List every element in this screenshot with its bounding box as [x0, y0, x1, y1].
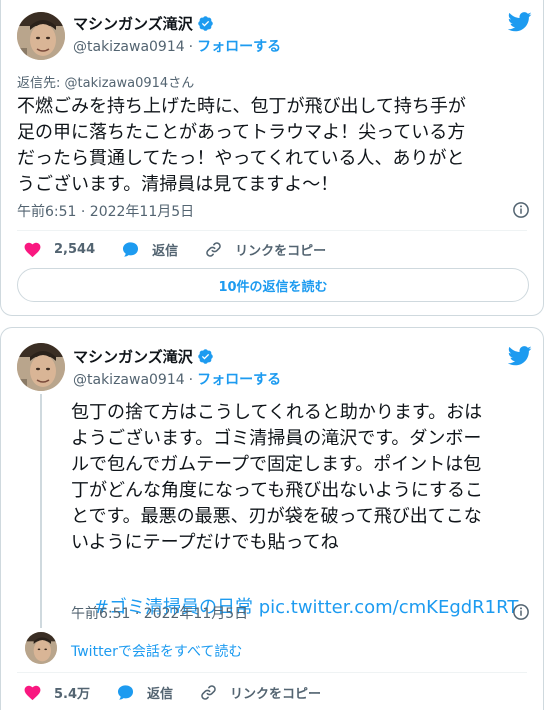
twitter-bird-icon[interactable]	[508, 346, 532, 366]
handle-separator: ·	[188, 39, 194, 55]
tweet-text: 不燃ごみを持ち上げた時に、包丁が飛び出して持ち手が 足の甲に落ちたことがあってト…	[17, 96, 466, 195]
author-name[interactable]: マシンガンズ滝沢	[73, 346, 193, 367]
avatar-small[interactable]	[25, 632, 57, 664]
link-icon	[206, 242, 221, 257]
reply-to-handle[interactable]: @takizawa0914さん	[65, 76, 195, 91]
author-handle[interactable]: @takizawa0914	[73, 372, 185, 388]
copy-link-label: リンクをコピー	[235, 244, 327, 259]
author-handle[interactable]: @takizawa0914	[73, 39, 185, 55]
heart-icon	[24, 242, 41, 258]
avatar[interactable]	[17, 12, 65, 60]
reply-button[interactable]: 返信	[116, 683, 173, 702]
handle-separator: ·	[188, 372, 194, 388]
tweet-card-original: マシンガンズ滝沢 @takizawa0914 · フォローする 包丁の捨て方はこうし…	[0, 327, 544, 710]
read-conversation-link[interactable]: Twitterで会話をすべて読む	[71, 641, 242, 661]
follow-button[interactable]: フォローする	[197, 372, 281, 388]
thread-line	[40, 394, 42, 628]
follow-button[interactable]: フォローする	[197, 39, 281, 55]
like-count: 2,544	[54, 242, 96, 257]
tweet-card-reply: マシンガンズ滝沢 @takizawa0914 · フォローする 返信先: @taki…	[0, 0, 544, 316]
action-bar: 5.4万 返信 リンクをコピー	[23, 683, 347, 702]
heart-icon	[24, 685, 41, 701]
author-name[interactable]: マシンガンズ滝沢	[73, 13, 193, 34]
reply-to-prefix: 返信先:	[17, 76, 65, 91]
reply-bubble-icon	[123, 242, 139, 257]
tweet-text: 包丁の捨て方はこうしてくれると助かります。おは ようございます。ゴミ清掃員の滝沢…	[71, 402, 484, 553]
avatar[interactable]	[17, 343, 65, 391]
reply-to-line: 返信先: @takizawa0914さん	[17, 72, 194, 91]
link-icon	[201, 685, 216, 700]
reply-bubble-icon	[118, 685, 134, 700]
avatar-image	[17, 343, 65, 391]
read-replies-button[interactable]: 10件の返信を読む	[17, 268, 529, 302]
tweet-timestamp[interactable]: 午前6:51 · 2022年11月5日	[71, 603, 248, 623]
like-button[interactable]: 2,544	[23, 240, 95, 259]
action-bar: 2,544 返信 リンクをコピー	[23, 240, 352, 259]
copy-link-button[interactable]: リンクをコピー	[204, 240, 326, 259]
info-icon[interactable]	[512, 201, 530, 219]
tweet-timestamp[interactable]: 午前6:51 · 2022年11月5日	[17, 201, 194, 221]
copy-link-button[interactable]: リンクをコピー	[199, 683, 321, 702]
twitter-bird-icon[interactable]	[508, 12, 532, 32]
divider	[17, 230, 527, 231]
divider	[17, 672, 527, 673]
avatar-image	[17, 12, 65, 60]
media-link[interactable]: pic.twitter.com/cmKEgdR1RT	[259, 597, 519, 618]
like-count: 5.4万	[54, 687, 91, 702]
reply-label: 返信	[147, 687, 174, 702]
reply-label: 返信	[152, 244, 179, 259]
verified-badge-icon	[197, 16, 213, 31]
avatar-image	[25, 632, 57, 664]
verified-badge-icon	[197, 349, 213, 364]
like-button[interactable]: 5.4万	[23, 683, 90, 702]
info-icon[interactable]	[512, 603, 530, 621]
copy-link-label: リンクをコピー	[230, 687, 322, 702]
reply-button[interactable]: 返信	[121, 240, 178, 259]
